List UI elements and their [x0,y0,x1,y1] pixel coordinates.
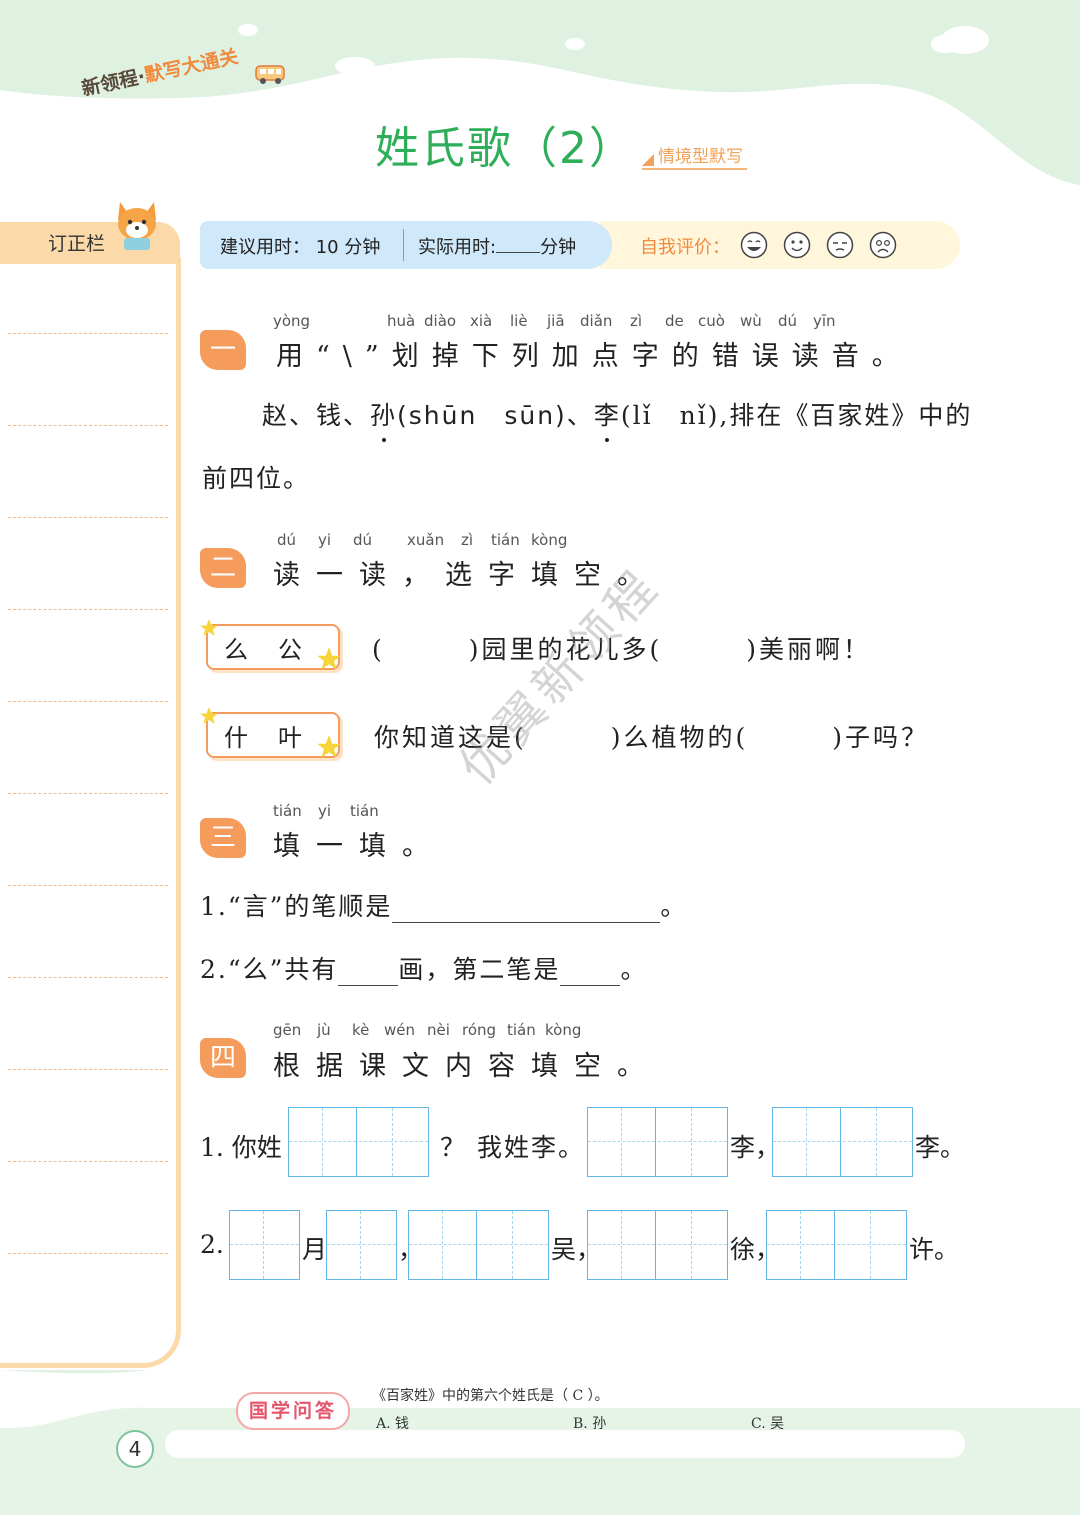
section-1-instruction: 用“\”划掉下列加点字的错误读音。 [276,341,912,372]
row-2-text: 月 [302,1235,328,1264]
section-badge-4: 四 [200,1038,246,1078]
quiz-option-a[interactable]: A. 钱 [376,1413,409,1433]
correction-line [8,885,168,886]
writing-grid[interactable] [326,1210,397,1280]
correction-line [8,333,168,334]
correction-line [8,977,168,978]
star-icon [200,707,218,724]
writing-grid[interactable] [229,1210,300,1280]
stroke-count-question[interactable]: 2.“么”共有 画，第二笔是。 [200,950,647,986]
row-1-end: 李。 [915,1133,966,1162]
correction-line [8,517,168,518]
quiz-question: 《百家姓》中的第六个姓氏是（ C ）。 [372,1388,609,1404]
exercise-type-tag: 情境型默写 [642,142,747,170]
section-badge-3: 三 [200,818,246,858]
page-number: 4 [116,1430,154,1468]
bus-icon [255,65,285,84]
star-icon [317,647,341,670]
stroke-order-question[interactable]: 1.“言”的笔顺是。 [200,887,687,923]
laughing-face-icon[interactable] [740,231,768,259]
page-title: 姓氏歌（2） [375,123,635,174]
writing-grid[interactable] [587,1210,728,1280]
sad-face-icon[interactable] [869,231,897,259]
section-3-instruction: 填一填。 [273,831,445,862]
fox-mascot-icon [118,202,156,250]
section-badge-2: 二 [200,548,246,588]
writing-grid[interactable] [772,1107,913,1177]
correction-line [8,1161,168,1162]
guoxue-qa-badge: 国学问答 [236,1392,350,1430]
correction-line [8,793,168,794]
correction-line [8,425,168,426]
row-2-end: 许。 [909,1235,960,1264]
smile-face-icon[interactable] [783,231,811,259]
correction-label: 订正栏 [48,233,106,255]
self-eval-label: 自我评价： [640,237,730,258]
section-1-sentence-end: 前四位。 [202,464,311,493]
row-2-prefix: 2. [200,1230,224,1259]
section-4-instruction: 根据课文内容填空。 [273,1051,660,1082]
suggested-time: 建议用时： 10 分钟 [220,237,381,258]
section-badge-1: 一 [200,330,246,370]
writing-grid[interactable] [766,1210,907,1280]
writing-grid[interactable] [587,1107,728,1177]
correction-line [8,1069,168,1070]
quiz-option-b[interactable]: B. 孙 [573,1413,606,1433]
section-1-sentence[interactable]: 赵、钱、孙(shūn sūn)、李(lǐ nǐ),排在《百家姓》中的 [262,396,972,442]
correction-line [8,609,168,610]
row-1-middle: ？ 我姓李。 [440,1133,585,1162]
quiz-option-c[interactable]: C. 吴 [751,1413,784,1433]
correction-line [8,1253,168,1254]
neutral-face-icon[interactable] [826,231,854,259]
star-icon [317,735,341,758]
row-1-prefix: 1. 你姓 [200,1133,282,1162]
time-divider [403,229,404,261]
writing-grid[interactable] [408,1210,549,1280]
star-icon [200,619,218,636]
correction-line [8,701,168,702]
actual-time[interactable]: 实际用时: 分钟 [418,233,576,259]
writing-grid[interactable] [288,1107,429,1177]
